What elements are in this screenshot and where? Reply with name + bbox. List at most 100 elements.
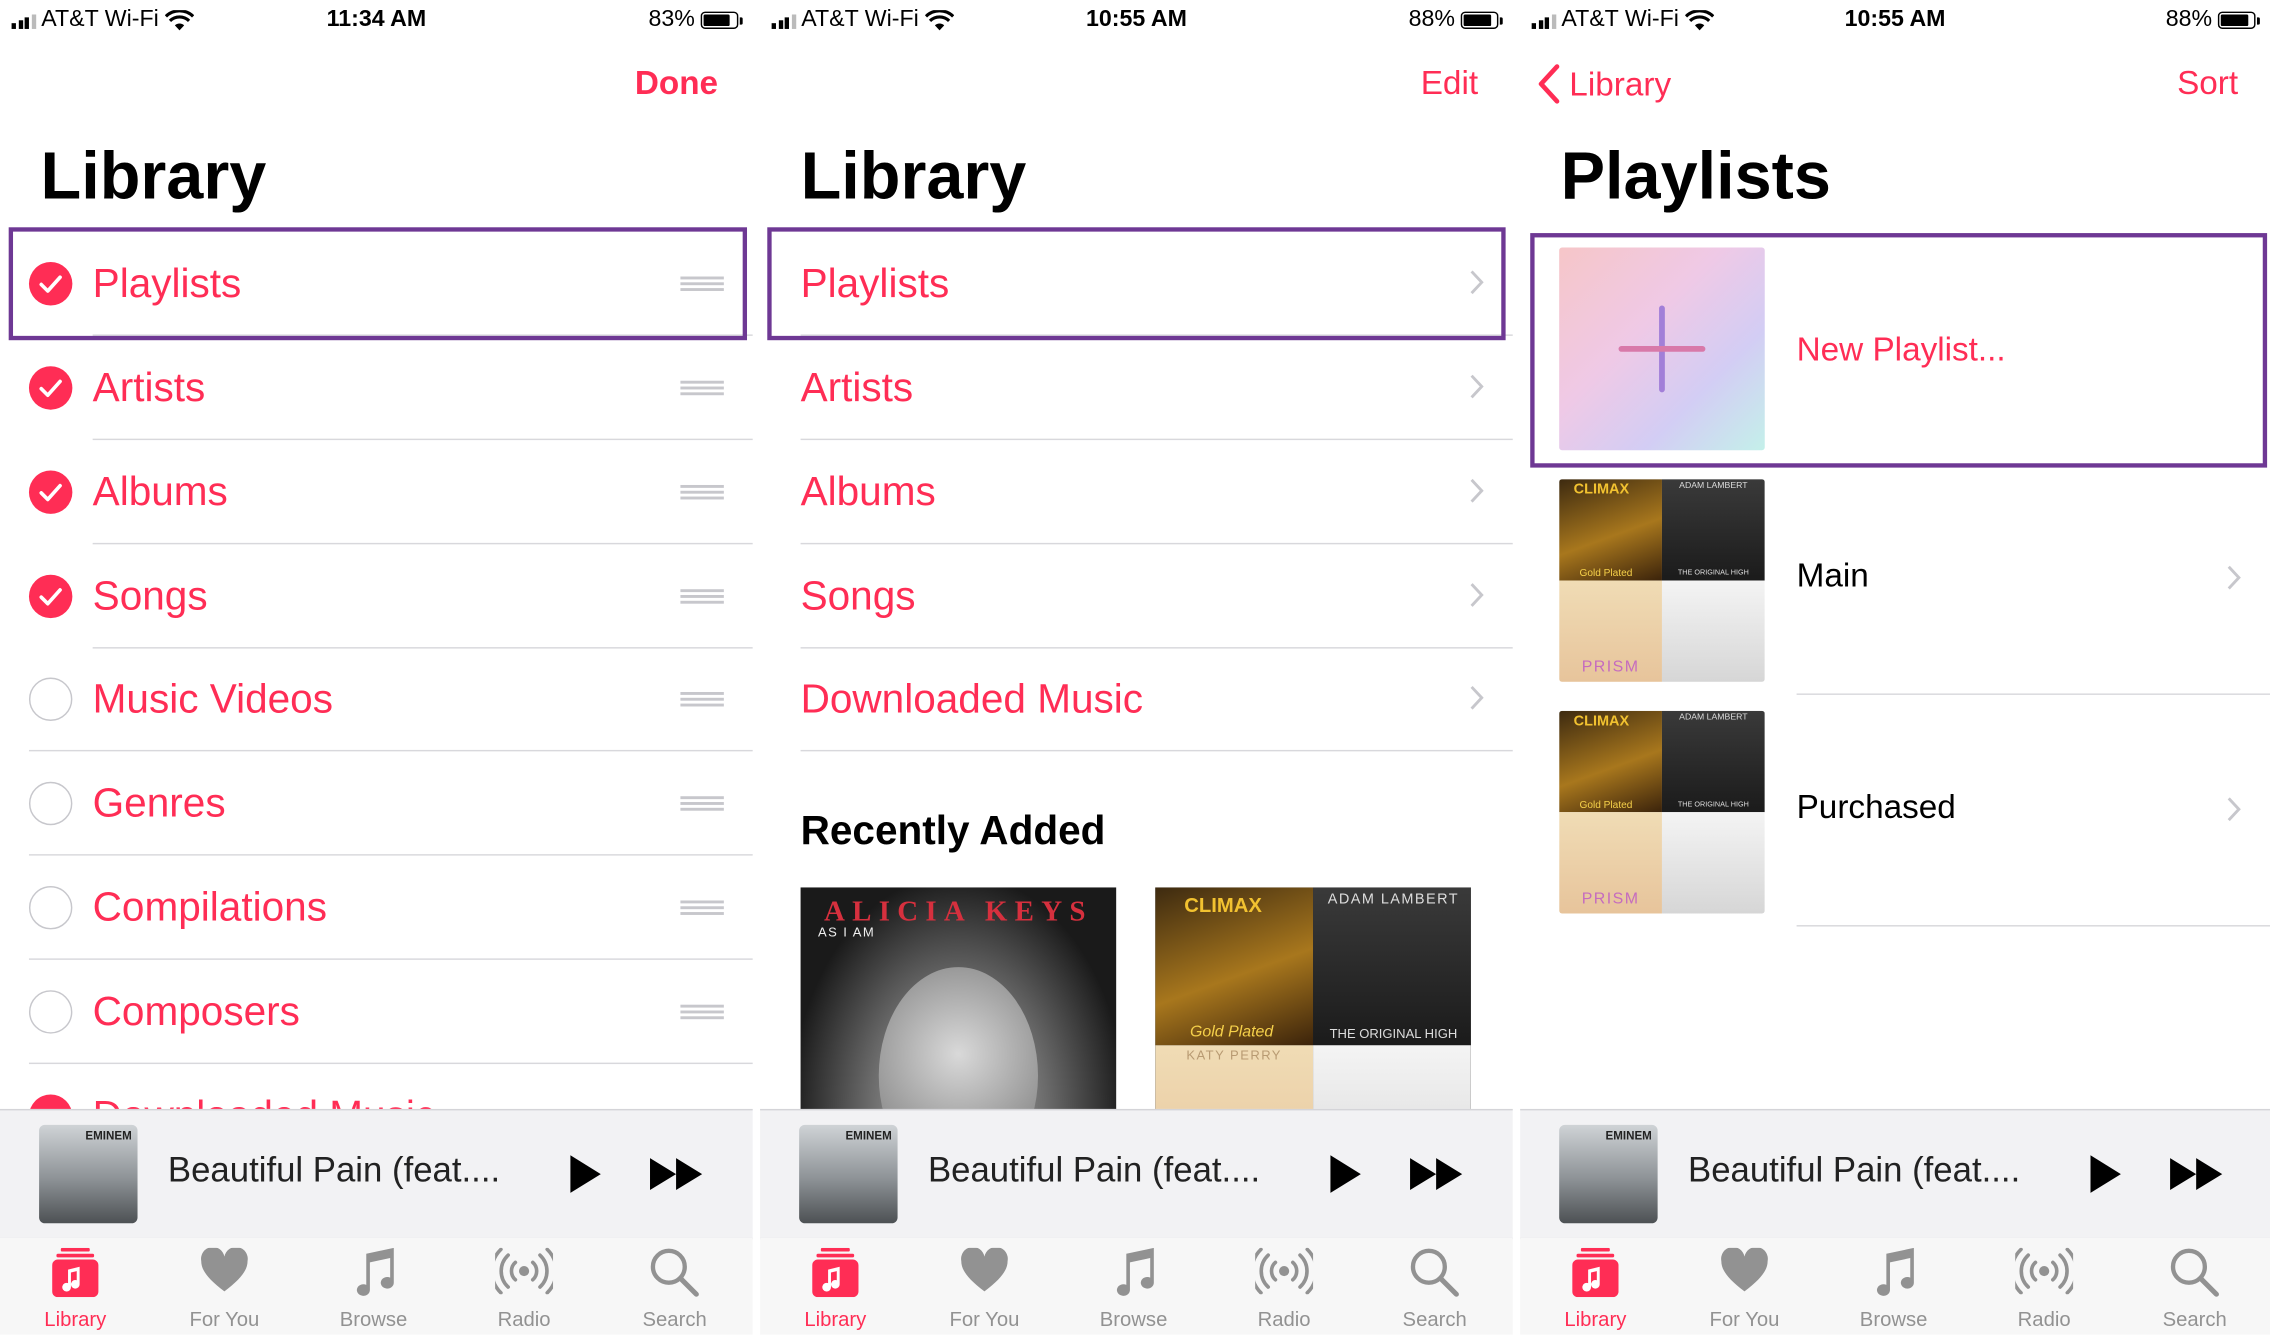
list-item-downloaded-music[interactable]: Downloaded Music [760, 647, 1513, 752]
tab-for-you[interactable]: For You [149, 1238, 300, 1335]
unchecked-circle-icon[interactable] [28, 990, 73, 1034]
section-title: Recently Added [800, 807, 1106, 853]
fast-forward-icon[interactable] [649, 1157, 704, 1192]
reorder-handle-icon[interactable] [680, 692, 724, 707]
playlist-name: Main [1796, 555, 1869, 594]
unchecked-circle-icon[interactable] [28, 781, 73, 826]
unchecked-circle-icon[interactable] [28, 885, 73, 930]
tile-text: Gold Plated [1190, 1023, 1274, 1041]
reorder-handle-icon[interactable] [680, 589, 724, 604]
tab-radio[interactable]: Radio [1969, 1238, 2120, 1335]
checkmark-icon[interactable] [28, 574, 73, 619]
clock: 10:55 AM [1844, 7, 1946, 32]
radio-icon [495, 1247, 554, 1295]
now-playing-artwork[interactable]: EMINEM [1559, 1124, 1658, 1224]
reorder-handle-icon[interactable] [680, 796, 724, 811]
playlist-row-purchased[interactable]: CLIMAX Gold Plated ADAM LAMBERT THE ORIGIN… [1520, 695, 2270, 927]
list-item-albums[interactable]: Albums [760, 440, 1513, 545]
reorder-handle-icon[interactable] [680, 380, 724, 396]
unchecked-circle-icon[interactable] [28, 677, 73, 721]
library-screen: AT&T Wi-Fi 10:55 AM 88% Edit Library Pla… [760, 0, 1513, 1335]
list-item-label: Albums [92, 469, 228, 514]
fast-forward-icon[interactable] [2169, 1157, 2224, 1192]
tab-label: Browse [339, 1307, 408, 1331]
sort-button[interactable]: Sort [2177, 64, 2238, 103]
battery-percent: 88% [2165, 7, 2213, 32]
tab-label: For You [949, 1307, 1020, 1331]
list-item-composers[interactable]: Composers [0, 960, 753, 1065]
reorder-handle-icon[interactable] [680, 1004, 724, 1020]
play-icon[interactable] [1328, 1154, 1363, 1195]
now-playing-title[interactable]: Beautiful Pain (feat.... [168, 1151, 500, 1192]
reorder-handle-icon[interactable] [680, 484, 724, 500]
album-tile: CLIMAX Gold Plated [1559, 710, 1662, 813]
tab-search[interactable]: Search [1359, 1238, 1510, 1335]
tab-for-you[interactable]: For You [909, 1238, 1060, 1335]
library-icon [812, 1247, 859, 1298]
tab-label: For You [1709, 1307, 1780, 1331]
tab-library[interactable]: Library [760, 1238, 911, 1335]
edit-button[interactable]: Edit [1421, 64, 1478, 103]
playlist-artwork[interactable]: CLIMAX Gold Plated ADAM LAMBERT THE ORIGIN… [1559, 479, 1765, 682]
fast-forward-icon[interactable] [1409, 1157, 1464, 1192]
tile-text: THE ORIGINAL HIGH [1677, 568, 1749, 578]
list-item-label: Artists [800, 364, 914, 410]
mini-player[interactable]: EMINEM Beautiful Pain (feat.... [1520, 1108, 2270, 1240]
play-icon[interactable] [2088, 1154, 2123, 1195]
now-playing-artwork[interactable]: EMINEM [39, 1124, 138, 1224]
now-playing-title[interactable]: Beautiful Pain (feat.... [1688, 1151, 2020, 1192]
back-button[interactable]: Library [1537, 64, 1671, 105]
playlist-artwork[interactable]: CLIMAX Gold Plated ADAM LAMBERT THE ORIGIN… [1559, 710, 1765, 914]
music-note-icon [1116, 1247, 1154, 1296]
music-note-icon [356, 1247, 394, 1296]
checkmark-icon[interactable] [28, 470, 73, 514]
list-item-artists[interactable]: Artists [0, 336, 753, 441]
tile-text: CLIMAX [1184, 893, 1262, 917]
tab-library[interactable]: Library [0, 1238, 151, 1335]
now-playing-artwork[interactable]: EMINEM [799, 1124, 898, 1224]
tile-text: Gold Plated [1579, 568, 1633, 580]
done-button[interactable]: Done [635, 64, 718, 103]
list-item-artists[interactable]: Artists [760, 336, 1513, 441]
now-playing-title[interactable]: Beautiful Pain (feat.... [928, 1151, 1260, 1192]
play-icon[interactable] [567, 1154, 602, 1195]
tab-radio[interactable]: Radio [1209, 1238, 1360, 1335]
tile-text: ADAM LAMBERT [1327, 891, 1460, 908]
list-item-albums[interactable]: Albums [0, 440, 753, 545]
search-icon [2170, 1248, 2219, 1297]
tab-for-you[interactable]: For You [1669, 1238, 1820, 1335]
chevron-right-icon [1470, 685, 1484, 710]
tab-browse[interactable]: Browse [298, 1238, 449, 1335]
tab-browse[interactable]: Browse [1058, 1238, 1209, 1335]
tab-bar: Library For You Browse Radio Search [760, 1237, 1513, 1335]
list-item-genres[interactable]: Genres [0, 751, 753, 856]
tab-library[interactable]: Library [1520, 1238, 1671, 1335]
reorder-handle-icon[interactable] [680, 900, 724, 915]
clock: 10:55 AM [1086, 7, 1187, 32]
checkmark-icon[interactable] [28, 366, 73, 410]
tab-browse[interactable]: Browse [1818, 1238, 1969, 1335]
tab-bar: Library For You Browse Radio Search [0, 1237, 753, 1335]
chevron-right-icon [2227, 565, 2241, 590]
list-item-label: Albums [800, 469, 936, 514]
tile-text: THE ORIGINAL HIGH [1677, 800, 1749, 810]
list-item-label: Artists [92, 364, 206, 410]
tab-radio[interactable]: Radio [449, 1238, 600, 1335]
tab-label: Search [2162, 1307, 2227, 1331]
list-item-label: Songs [800, 573, 916, 619]
tab-label: For You [189, 1307, 260, 1331]
heart-icon [201, 1247, 248, 1292]
list-item-songs[interactable]: Songs [760, 544, 1513, 649]
artwork-text: EMINEM [85, 1129, 132, 1143]
album-title: AS I AM [817, 925, 876, 940]
mini-player[interactable]: EMINEM Beautiful Pain (feat.... [760, 1108, 1513, 1240]
list-item-songs[interactable]: Songs [0, 544, 753, 649]
tab-search[interactable]: Search [599, 1238, 750, 1335]
mini-player[interactable]: EMINEM Beautiful Pain (feat.... [0, 1108, 753, 1240]
tile-text: THE ORIGINAL HIGH [1329, 1026, 1458, 1041]
list-item-music-videos[interactable]: Music Videos [0, 647, 753, 752]
playlist-row-main[interactable]: CLIMAX Gold Plated ADAM LAMBERT THE ORIGIN… [1520, 463, 2270, 695]
tab-search[interactable]: Search [2119, 1238, 2270, 1335]
list-item-compilations[interactable]: Compilations [0, 856, 753, 960]
tab-label: Radio [2017, 1307, 2071, 1331]
